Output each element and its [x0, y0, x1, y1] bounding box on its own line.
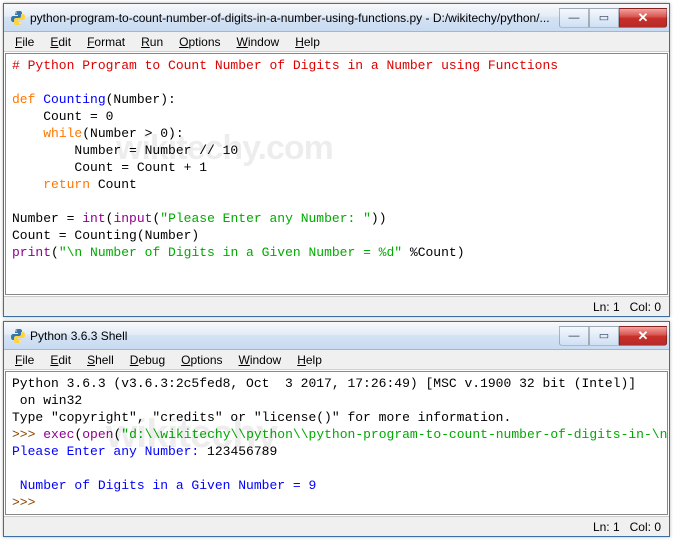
code-text: (Number): — [106, 92, 176, 107]
maximize-button[interactable]: ▭ — [589, 326, 619, 346]
menu-shell[interactable]: Shell — [80, 351, 121, 369]
builtin-open: open — [82, 427, 113, 442]
shell-statusbar: Ln: 1 Col: 0 — [4, 516, 669, 536]
code-text: ( — [51, 245, 59, 260]
string-literal: "\n Number of Digits in a Given Number =… — [59, 245, 402, 260]
status-col: Col: 0 — [630, 520, 661, 534]
string-literal: "Please Enter any Number: " — [160, 211, 371, 226]
menu-edit[interactable]: Edit — [43, 351, 78, 369]
status-line: Ln: 1 — [593, 520, 620, 534]
editor-window-buttons: — ▭ ✕ — [559, 8, 667, 28]
editor-titlebar[interactable]: python-program-to-count-number-of-digits… — [4, 4, 669, 32]
minimize-button[interactable]: — — [559, 8, 589, 28]
menu-help[interactable]: Help — [288, 33, 327, 51]
code-text: )) — [371, 211, 387, 226]
shell-prompt: >>> — [12, 427, 43, 442]
status-col: Col: 0 — [630, 300, 661, 314]
shell-banner: on win32 — [12, 393, 82, 408]
code-text: (Number > 0): — [82, 126, 183, 141]
menu-options[interactable]: Options — [172, 33, 227, 51]
input-value: 123456789 — [207, 444, 277, 459]
python-file-icon — [10, 10, 26, 26]
menu-window[interactable]: Window — [230, 33, 287, 51]
editor-menubar: File Edit Format Run Options Window Help — [4, 32, 669, 52]
menu-run[interactable]: Run — [134, 33, 170, 51]
code-text: Number = — [12, 211, 82, 226]
string-literal: "d:\\wikitechy\\python\\python-program-t… — [121, 427, 668, 442]
builtin-int: int — [82, 211, 105, 226]
menu-help[interactable]: Help — [290, 351, 329, 369]
code-text: %Count) — [402, 245, 464, 260]
menu-file[interactable]: File — [8, 351, 41, 369]
editor-text-area[interactable]: wikitechy.com# Python Program to Count N… — [5, 53, 668, 295]
status-line: Ln: 1 — [593, 300, 620, 314]
shell-window-buttons: — ▭ ✕ — [559, 326, 667, 346]
fn-name: Counting — [35, 92, 105, 107]
kw-return: return — [43, 177, 90, 192]
menu-options[interactable]: Options — [174, 351, 229, 369]
code-comment: # Python Program to Count Number of Digi… — [12, 58, 558, 73]
shell-title: Python 3.6.3 Shell — [30, 329, 559, 343]
code-text: Count = Count + 1 — [12, 160, 207, 175]
kw-def: def — [12, 92, 35, 107]
shell-titlebar[interactable]: Python 3.6.3 Shell — ▭ ✕ — [4, 322, 669, 350]
maximize-button[interactable]: ▭ — [589, 8, 619, 28]
editor-statusbar: Ln: 1 Col: 0 — [4, 296, 669, 316]
shell-banner: Type "copyright", "credits" or "license(… — [12, 410, 511, 425]
builtin-input: input — [113, 211, 152, 226]
python-shell-icon — [10, 328, 26, 344]
menu-debug[interactable]: Debug — [123, 351, 172, 369]
shell-banner: Python 3.6.3 (v3.6.3:2c5fed8, Oct 3 2017… — [12, 376, 636, 391]
close-button[interactable]: ✕ — [619, 8, 667, 28]
shell-prompt: >>> — [12, 495, 43, 510]
shell-menubar: File Edit Shell Debug Options Window Hel… — [4, 350, 669, 370]
kw-while: while — [43, 126, 82, 141]
close-button[interactable]: ✕ — [619, 326, 667, 346]
builtin-exec: exec — [43, 427, 74, 442]
menu-window[interactable]: Window — [232, 351, 289, 369]
minimize-button[interactable]: — — [559, 326, 589, 346]
input-prompt: Please Enter any Number: — [12, 444, 207, 459]
output-line: Number of Digits in a Given Number = 9 — [12, 478, 316, 493]
menu-edit[interactable]: Edit — [43, 33, 78, 51]
code-text: Number = Number // 10 — [12, 143, 238, 158]
shell-text-area[interactable]: wikitechyPython 3.6.3 (v3.6.3:2c5fed8, O… — [5, 371, 668, 515]
code-text: Count = 0 — [12, 109, 113, 124]
menu-format[interactable]: Format — [80, 33, 132, 51]
shell-window: Python 3.6.3 Shell — ▭ ✕ File Edit Shell… — [3, 321, 670, 537]
builtin-print: print — [12, 245, 51, 260]
editor-title: python-program-to-count-number-of-digits… — [30, 11, 559, 25]
code-text: Count — [90, 177, 137, 192]
code-text: Count = Counting(Number) — [12, 228, 199, 243]
menu-file[interactable]: File — [8, 33, 41, 51]
editor-window: python-program-to-count-number-of-digits… — [3, 3, 670, 317]
